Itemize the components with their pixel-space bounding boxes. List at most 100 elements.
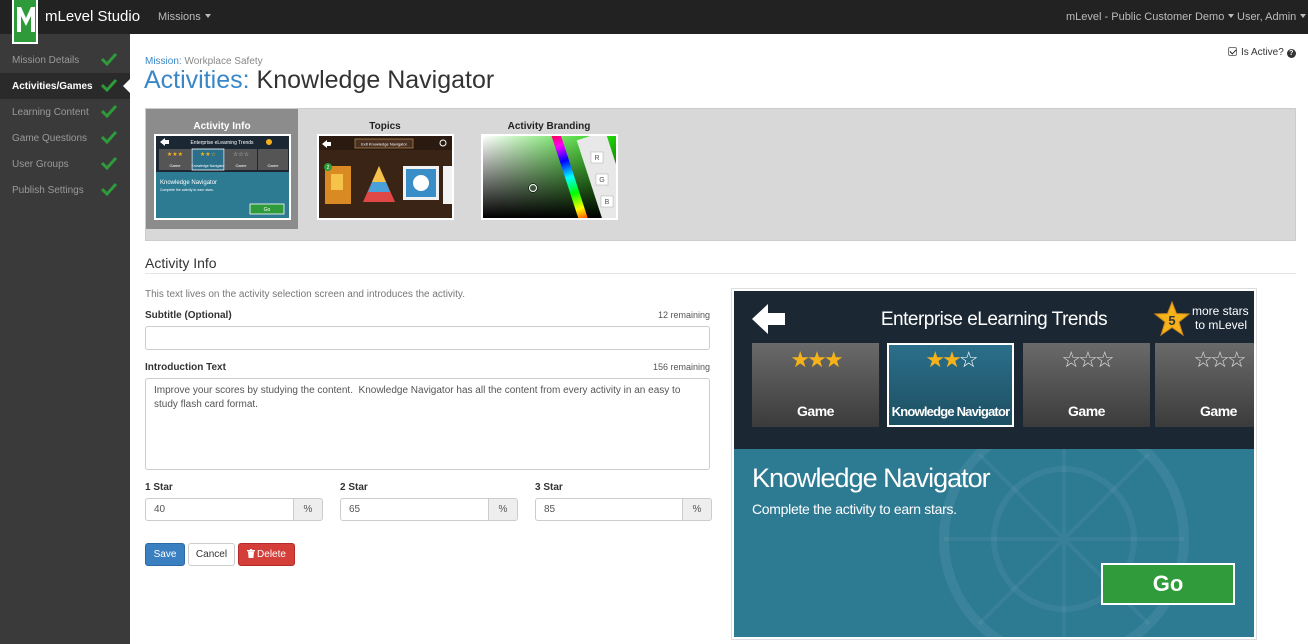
- page-title: Activities: Knowledge Navigator: [144, 66, 494, 95]
- missions-menu[interactable]: Missions: [158, 11, 211, 23]
- sidebar: Mission Details Activities/Games Learnin…: [0, 34, 130, 644]
- svg-text:Knowledge Navigator: Knowledge Navigator: [191, 164, 225, 168]
- sidebar-item-publish-settings[interactable]: Publish Settings: [0, 177, 130, 203]
- star-rating: ★★☆: [925, 347, 978, 372]
- star3-input[interactable]: [535, 498, 684, 521]
- sidebar-item-label: Game Questions: [12, 133, 88, 144]
- svg-text:R: R: [594, 155, 599, 162]
- preview-header: Enterprise eLearning Trends 5 more stars…: [734, 291, 1254, 449]
- sidebar-item-label: Mission Details: [12, 55, 80, 66]
- activity-tabs: Activity Info Enterprise eLearning Trend…: [145, 108, 1296, 241]
- is-active-label: Is Active?: [1241, 47, 1284, 58]
- tab-label: Activity Info: [193, 121, 251, 132]
- intro-textarea[interactable]: Improve your scores by studying the cont…: [145, 378, 710, 470]
- preview-heading: Knowledge Navigator: [752, 463, 991, 493]
- star1-label: 1 Star: [145, 482, 173, 493]
- intro-remaining: 156 remaining: [652, 362, 710, 372]
- percent-addon: %: [488, 498, 518, 521]
- sidebar-item-game-questions[interactable]: Game Questions: [0, 125, 130, 151]
- subtitle-remaining: 12 remaining: [657, 310, 710, 320]
- game-card-label: Game: [797, 403, 834, 419]
- game-card[interactable]: ★★★ Game: [752, 343, 879, 427]
- svg-text:G: G: [599, 177, 604, 184]
- svg-text:Game: Game: [170, 163, 182, 168]
- delete-label: Delete: [257, 549, 286, 560]
- game-card-label: Game: [1068, 403, 1105, 419]
- star3-label: 3 Star: [535, 482, 563, 493]
- svg-text:B: B: [605, 199, 610, 206]
- missions-menu-label: Missions: [158, 11, 201, 23]
- percent-addon: %: [682, 498, 712, 521]
- topics-thumbnail: Exit Knowledge Navigator 2: [317, 134, 454, 220]
- subtitle-input[interactable]: [145, 326, 710, 350]
- more-stars-text: more stars to mLevel: [1192, 304, 1249, 332]
- chevron-down-icon: [204, 14, 211, 18]
- help-icon[interactable]: ?: [1286, 49, 1296, 58]
- chevron-down-icon: [1300, 14, 1307, 18]
- preview-subheading: Complete the activity to earn stars.: [752, 501, 957, 517]
- help-text: This text lives on the activity selectio…: [145, 289, 465, 300]
- star-rating: ☆☆☆: [1061, 347, 1114, 372]
- org-menu[interactable]: mLevel - Public Customer Demo: [1066, 11, 1235, 23]
- star-rating: ☆☆☆: [1193, 347, 1246, 372]
- save-button[interactable]: Save: [145, 543, 185, 566]
- page-title-prefix: Activities:: [144, 66, 250, 94]
- svg-text:Exit Knowledge Navigator: Exit Knowledge Navigator: [361, 142, 407, 147]
- is-active-toggle[interactable]: Is Active??: [1228, 47, 1296, 58]
- check-icon: [101, 130, 117, 144]
- sidebar-item-label: Publish Settings: [12, 185, 84, 196]
- svg-text:☆☆☆: ☆☆☆: [233, 151, 249, 158]
- more-stars-line2: to mLevel: [1195, 318, 1248, 332]
- game-card[interactable]: ☆☆☆ Game: [1155, 343, 1254, 427]
- user-menu[interactable]: User, Admin: [1237, 11, 1307, 23]
- page-title-name: Knowledge Navigator: [256, 66, 495, 94]
- app-brand[interactable]: mLevel Studio: [45, 8, 140, 25]
- svg-text:2: 2: [327, 165, 330, 171]
- svg-text:Go: Go: [264, 207, 271, 213]
- branding-thumbnail: R G B: [481, 134, 618, 220]
- tab-activity-branding[interactable]: Activity Branding R G B: [473, 109, 625, 229]
- tab-label: Activity Branding: [507, 121, 591, 132]
- thumb-title: Enterprise eLearning Trends: [190, 140, 254, 146]
- cancel-button[interactable]: Cancel: [188, 543, 235, 566]
- svg-text:Game: Game: [236, 163, 248, 168]
- game-card[interactable]: ☆☆☆ Game: [1023, 343, 1150, 427]
- percent-addon: %: [293, 498, 323, 521]
- activity-preview: Enterprise eLearning Trends 5 more stars…: [732, 289, 1256, 639]
- intro-label: Introduction Text: [145, 362, 226, 373]
- svg-text:★★☆: ★★☆: [200, 151, 216, 158]
- game-card-label: Knowledge Navigator: [891, 404, 1011, 419]
- svg-text:★★★: ★★★: [167, 151, 183, 158]
- activity-info-thumbnail: Enterprise eLearning Trends ★★★ ★★☆ ☆☆☆ …: [154, 134, 291, 220]
- divider: [145, 273, 1296, 274]
- chevron-down-icon: [1228, 14, 1235, 18]
- svg-text:Knowledge Navigator: Knowledge Navigator: [160, 180, 217, 186]
- star2-label: 2 Star: [340, 482, 368, 493]
- delete-button[interactable]: Delete: [238, 543, 295, 566]
- sidebar-item-learning-content[interactable]: Learning Content: [0, 99, 130, 125]
- trash-icon: [247, 549, 256, 558]
- sidebar-item-label: Learning Content: [12, 107, 89, 118]
- tab-activity-info[interactable]: Activity Info Enterprise eLearning Trend…: [146, 109, 298, 229]
- more-stars-line1: more stars: [1192, 304, 1249, 318]
- mlevel-logo[interactable]: [12, 0, 38, 44]
- star-badge-count: 5: [1168, 313, 1175, 328]
- sidebar-item-label: Activities/Games: [12, 81, 93, 92]
- tab-label: Topics: [369, 121, 401, 132]
- m-logo-icon: [17, 7, 35, 32]
- is-active-checkbox[interactable]: [1228, 47, 1237, 56]
- star2-input[interactable]: [340, 498, 489, 521]
- check-icon: [101, 182, 117, 196]
- game-card-selected[interactable]: ★★☆ Knowledge Navigator: [887, 343, 1014, 427]
- check-icon: [101, 156, 117, 170]
- star1-input[interactable]: [145, 498, 294, 521]
- star-badge-icon: 5: [1154, 301, 1190, 337]
- tab-topics[interactable]: Topics Exit Knowledge Navigator 2: [309, 109, 461, 229]
- sidebar-item-mission-details[interactable]: Mission Details: [0, 47, 130, 73]
- go-button[interactable]: Go: [1101, 563, 1235, 605]
- sidebar-item-activities-games[interactable]: Activities/Games: [0, 73, 130, 99]
- sidebar-item-user-groups[interactable]: User Groups: [0, 151, 130, 177]
- preview-detail: Knowledge Navigator Complete the activit…: [734, 449, 1254, 637]
- check-icon: [101, 52, 117, 66]
- game-card-label: Game: [1200, 403, 1237, 419]
